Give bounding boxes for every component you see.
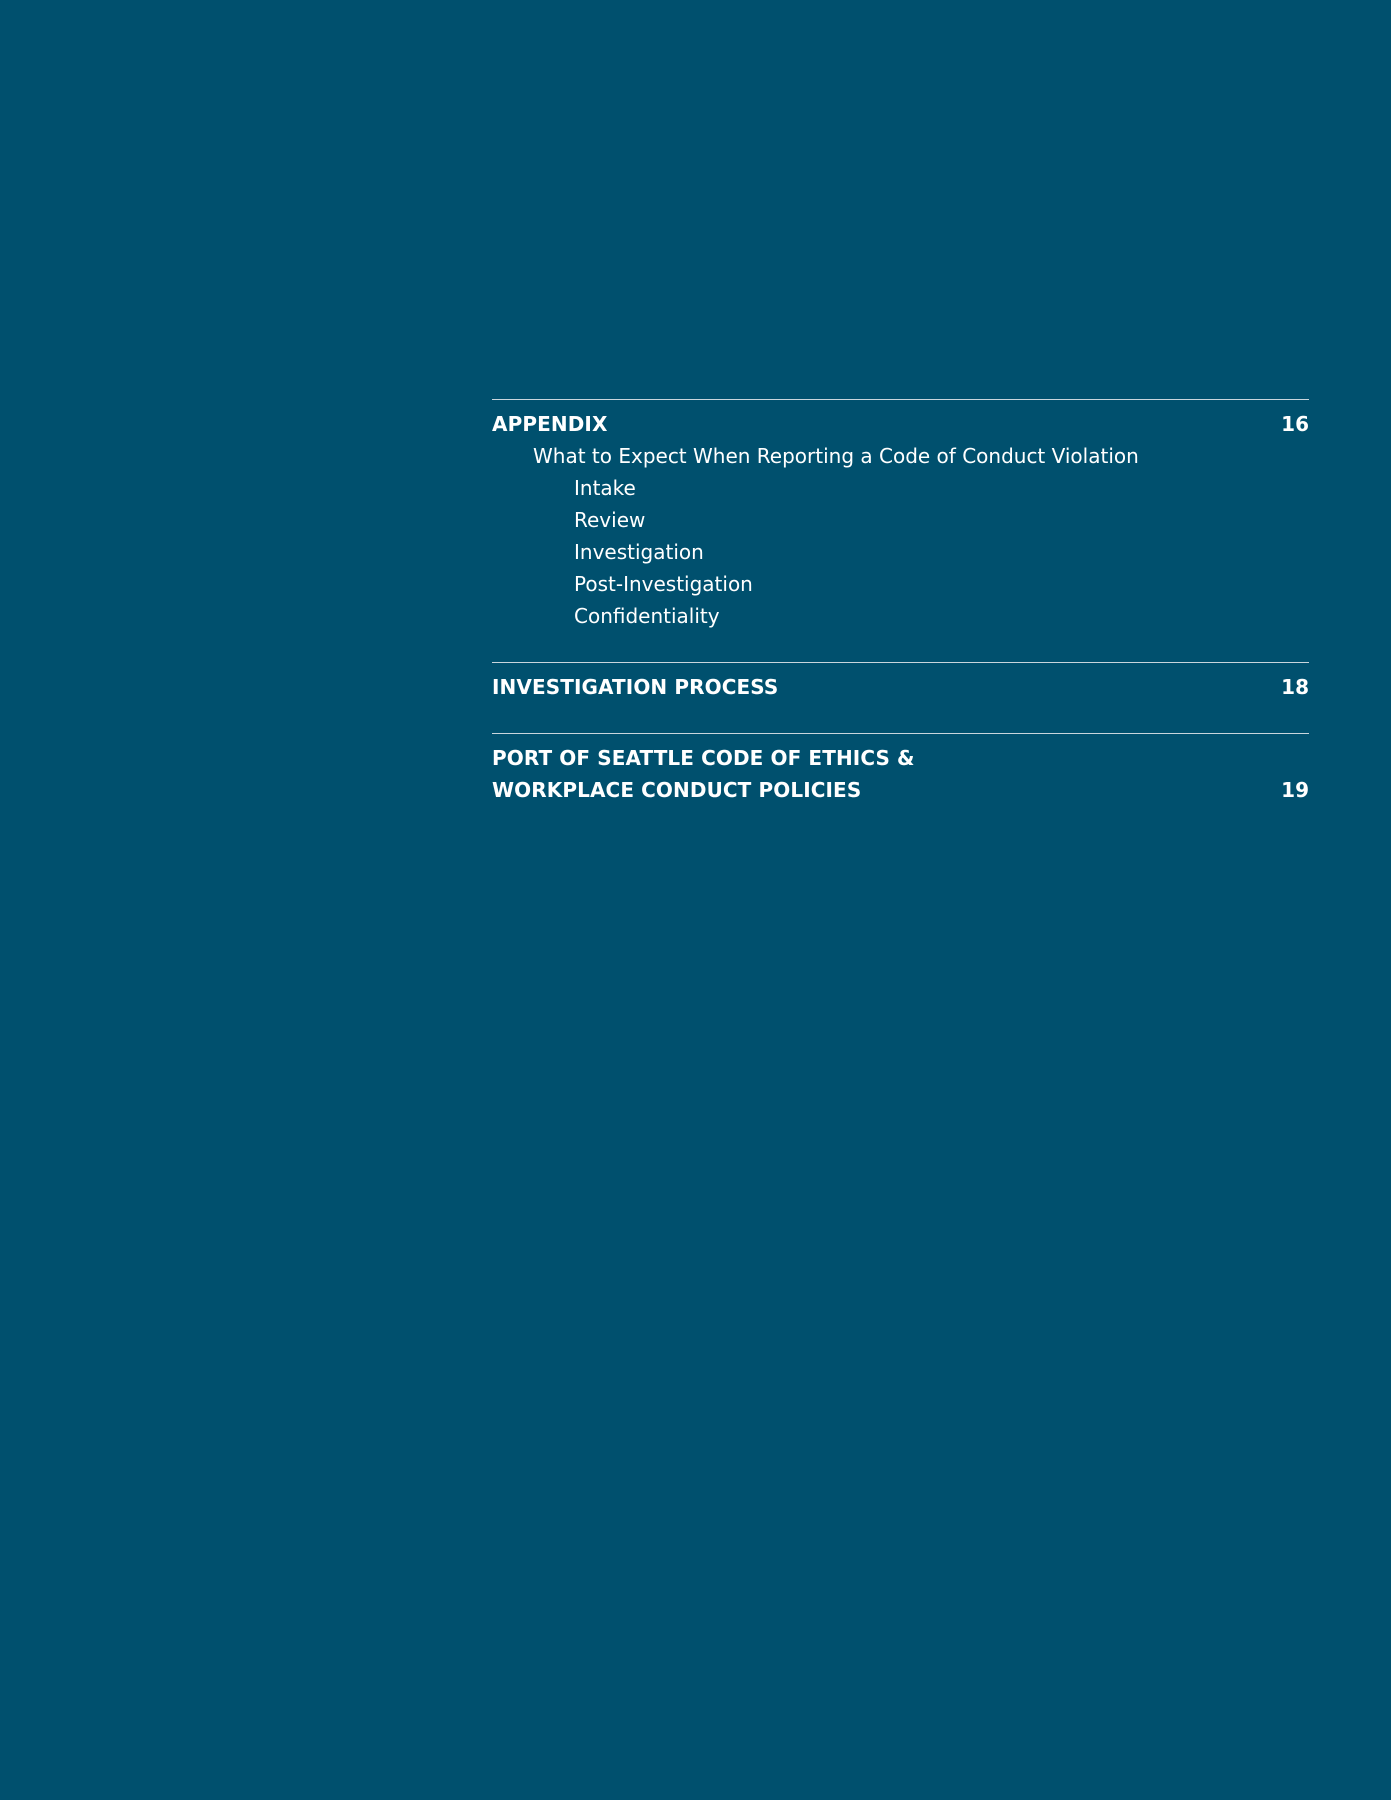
toc-section-appendix: APPENDIX 16 What to Expect When Reportin…: [492, 399, 1309, 632]
toc-item-investigation[interactable]: Investigation: [492, 536, 1309, 568]
toc-sublist: Intake Review Investigation Post-Investi…: [492, 472, 1309, 632]
table-of-contents: APPENDIX 16 What to Expect When Reportin…: [492, 399, 1309, 806]
toc-title-investigation-process: INVESTIGATION PROCESS: [492, 675, 779, 699]
toc-title-appendix: APPENDIX: [492, 412, 608, 436]
toc-entry-investigation-process[interactable]: INVESTIGATION PROCESS 18: [492, 671, 1309, 703]
toc-item-review[interactable]: Review: [492, 504, 1309, 536]
document-page: { "toc": { "appendix": { "title": "APPEN…: [0, 0, 1391, 1800]
toc-entry-policies[interactable]: PORT OF SEATTLE CODE OF ETHICS & WORKPLA…: [492, 742, 1309, 806]
toc-title-policies-line1: PORT OF SEATTLE CODE OF ETHICS &: [492, 746, 915, 770]
toc-page-policies: 19: [1281, 778, 1309, 802]
toc-page-appendix: 16: [1281, 412, 1309, 436]
toc-entry-appendix[interactable]: APPENDIX 16: [492, 408, 1309, 440]
toc-item-confidentiality[interactable]: Confidentiality: [492, 600, 1309, 632]
toc-page-investigation-process: 18: [1281, 675, 1309, 699]
toc-title-policies-line2: WORKPLACE CONDUCT POLICIES: [492, 778, 862, 802]
toc-item-intake[interactable]: Intake: [492, 472, 1309, 504]
toc-section-policies: PORT OF SEATTLE CODE OF ETHICS & WORKPLA…: [492, 733, 1309, 806]
toc-section-investigation-process: INVESTIGATION PROCESS 18: [492, 662, 1309, 703]
toc-title-policies: PORT OF SEATTLE CODE OF ETHICS & WORKPLA…: [492, 742, 915, 806]
toc-item-post-investigation[interactable]: Post-Investigation: [492, 568, 1309, 600]
toc-subheading-reporting[interactable]: What to Expect When Reporting a Code of …: [492, 440, 1309, 472]
